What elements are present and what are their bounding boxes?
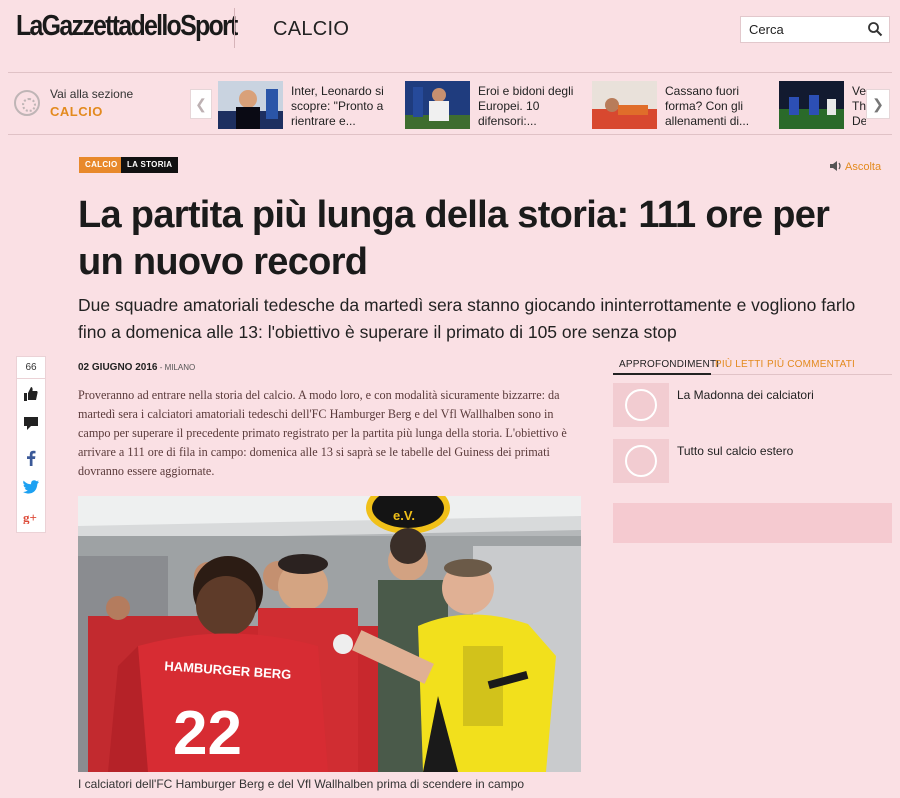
listen-label: Ascolta xyxy=(845,161,882,173)
comment-icon xyxy=(24,417,38,430)
listen-button[interactable]: Ascolta xyxy=(830,161,881,173)
twitter-share-button[interactable] xyxy=(17,473,45,503)
news-title: Eroi e bidoni degli Europei. 10 difensor… xyxy=(478,84,574,128)
article-subheadline: Due squadre amatoriali tedesche da marte… xyxy=(78,295,856,342)
photo-jersey-number: 22 xyxy=(173,699,242,768)
related-news-strip: Vai alla sezione CALCIO ❮ Inter, Leonard… xyxy=(8,72,892,135)
speaker-icon xyxy=(830,161,841,171)
advertisement-slot xyxy=(613,503,892,543)
section-link[interactable]: Vai alla sezione CALCIO xyxy=(14,85,194,125)
football-icon xyxy=(14,90,40,116)
site-header: LaGazzettadelloSport CALCIO xyxy=(0,0,900,62)
section-link-category: CALCIO xyxy=(50,104,103,119)
share-count: 66 xyxy=(17,357,45,379)
sidebar-item-title: La Madonna dei calciatori xyxy=(677,388,814,402)
sidebar-tabs: APPROFONDIMENTI PIÙ LETTI PIÙ COMMENTATI xyxy=(613,357,892,375)
search-input[interactable] xyxy=(741,17,861,42)
news-title: Ve Th De xyxy=(852,84,866,128)
photo-caption: I calciatori dell'FC Hamburger Berg e de… xyxy=(78,777,525,791)
article-headline: La partita più lunga della storia: 111 o… xyxy=(78,194,830,283)
news-title: Cassano fuori forma? Con gli allenamenti… xyxy=(665,84,750,128)
search-icon[interactable] xyxy=(867,21,883,37)
comment-button[interactable] xyxy=(17,410,45,440)
section-title[interactable]: CALCIO xyxy=(273,18,349,41)
news-thumbnail xyxy=(779,81,844,129)
news-thumbnail xyxy=(218,81,283,129)
like-button[interactable] xyxy=(17,380,45,410)
article-body: Proveranno ad entrare nella storia del c… xyxy=(78,388,567,478)
header-divider xyxy=(234,8,235,48)
placeholder-image-icon xyxy=(613,439,669,483)
sidebar-list-item[interactable]: Tutto sul calcio estero xyxy=(613,439,892,483)
facebook-icon xyxy=(27,450,36,466)
thumbs-up-icon xyxy=(24,387,38,401)
search-box[interactable] xyxy=(740,16,890,43)
section-link-label: Vai alla sezione xyxy=(50,87,134,101)
article-city: - MILANO xyxy=(157,363,196,372)
article-date: 02 GIUGNO 2016 xyxy=(78,362,158,373)
article-meta: 02 GIUGNO 2016 - MILANO xyxy=(78,362,195,373)
twitter-icon xyxy=(23,480,39,494)
tab-approfondimenti[interactable]: APPROFONDIMENTI xyxy=(619,359,719,370)
prev-arrow-button[interactable]: ❮ xyxy=(190,89,212,119)
share-toolbar: 66 g+ xyxy=(16,356,46,533)
tag-calcio[interactable]: CALCIO xyxy=(79,157,124,173)
placeholder-image-icon xyxy=(613,383,669,427)
news-title: Inter, Leonardo si scopre: "Pronto a rie… xyxy=(291,84,384,128)
tab-piu-commentati[interactable]: PIÙ COMMENTATI xyxy=(767,359,855,370)
google-plus-share-button[interactable]: g+ xyxy=(17,503,45,533)
tab-piu-letti[interactable]: PIÙ LETTI xyxy=(715,359,763,370)
google-plus-icon: g+ xyxy=(23,510,37,525)
active-tab-indicator xyxy=(613,373,711,375)
tag-la-storia[interactable]: LA STORIA xyxy=(121,157,179,173)
photo-sign-text: e.V. xyxy=(393,508,415,523)
news-thumbnail xyxy=(592,81,657,129)
sidebar-list-item[interactable]: La Madonna dei calciatori xyxy=(613,383,892,427)
facebook-share-button[interactable] xyxy=(17,443,45,473)
site-logo[interactable]: LaGazzettadelloSport xyxy=(16,10,238,43)
sidebar-item-title: Tutto sul calcio estero xyxy=(677,444,794,458)
news-thumbnail xyxy=(405,81,470,129)
svg-text:g+: g+ xyxy=(23,510,37,524)
article-photo[interactable]: e.V. HAMBURGER BERG 22 xyxy=(78,496,581,772)
next-arrow-button[interactable]: ❯ xyxy=(866,89,890,119)
